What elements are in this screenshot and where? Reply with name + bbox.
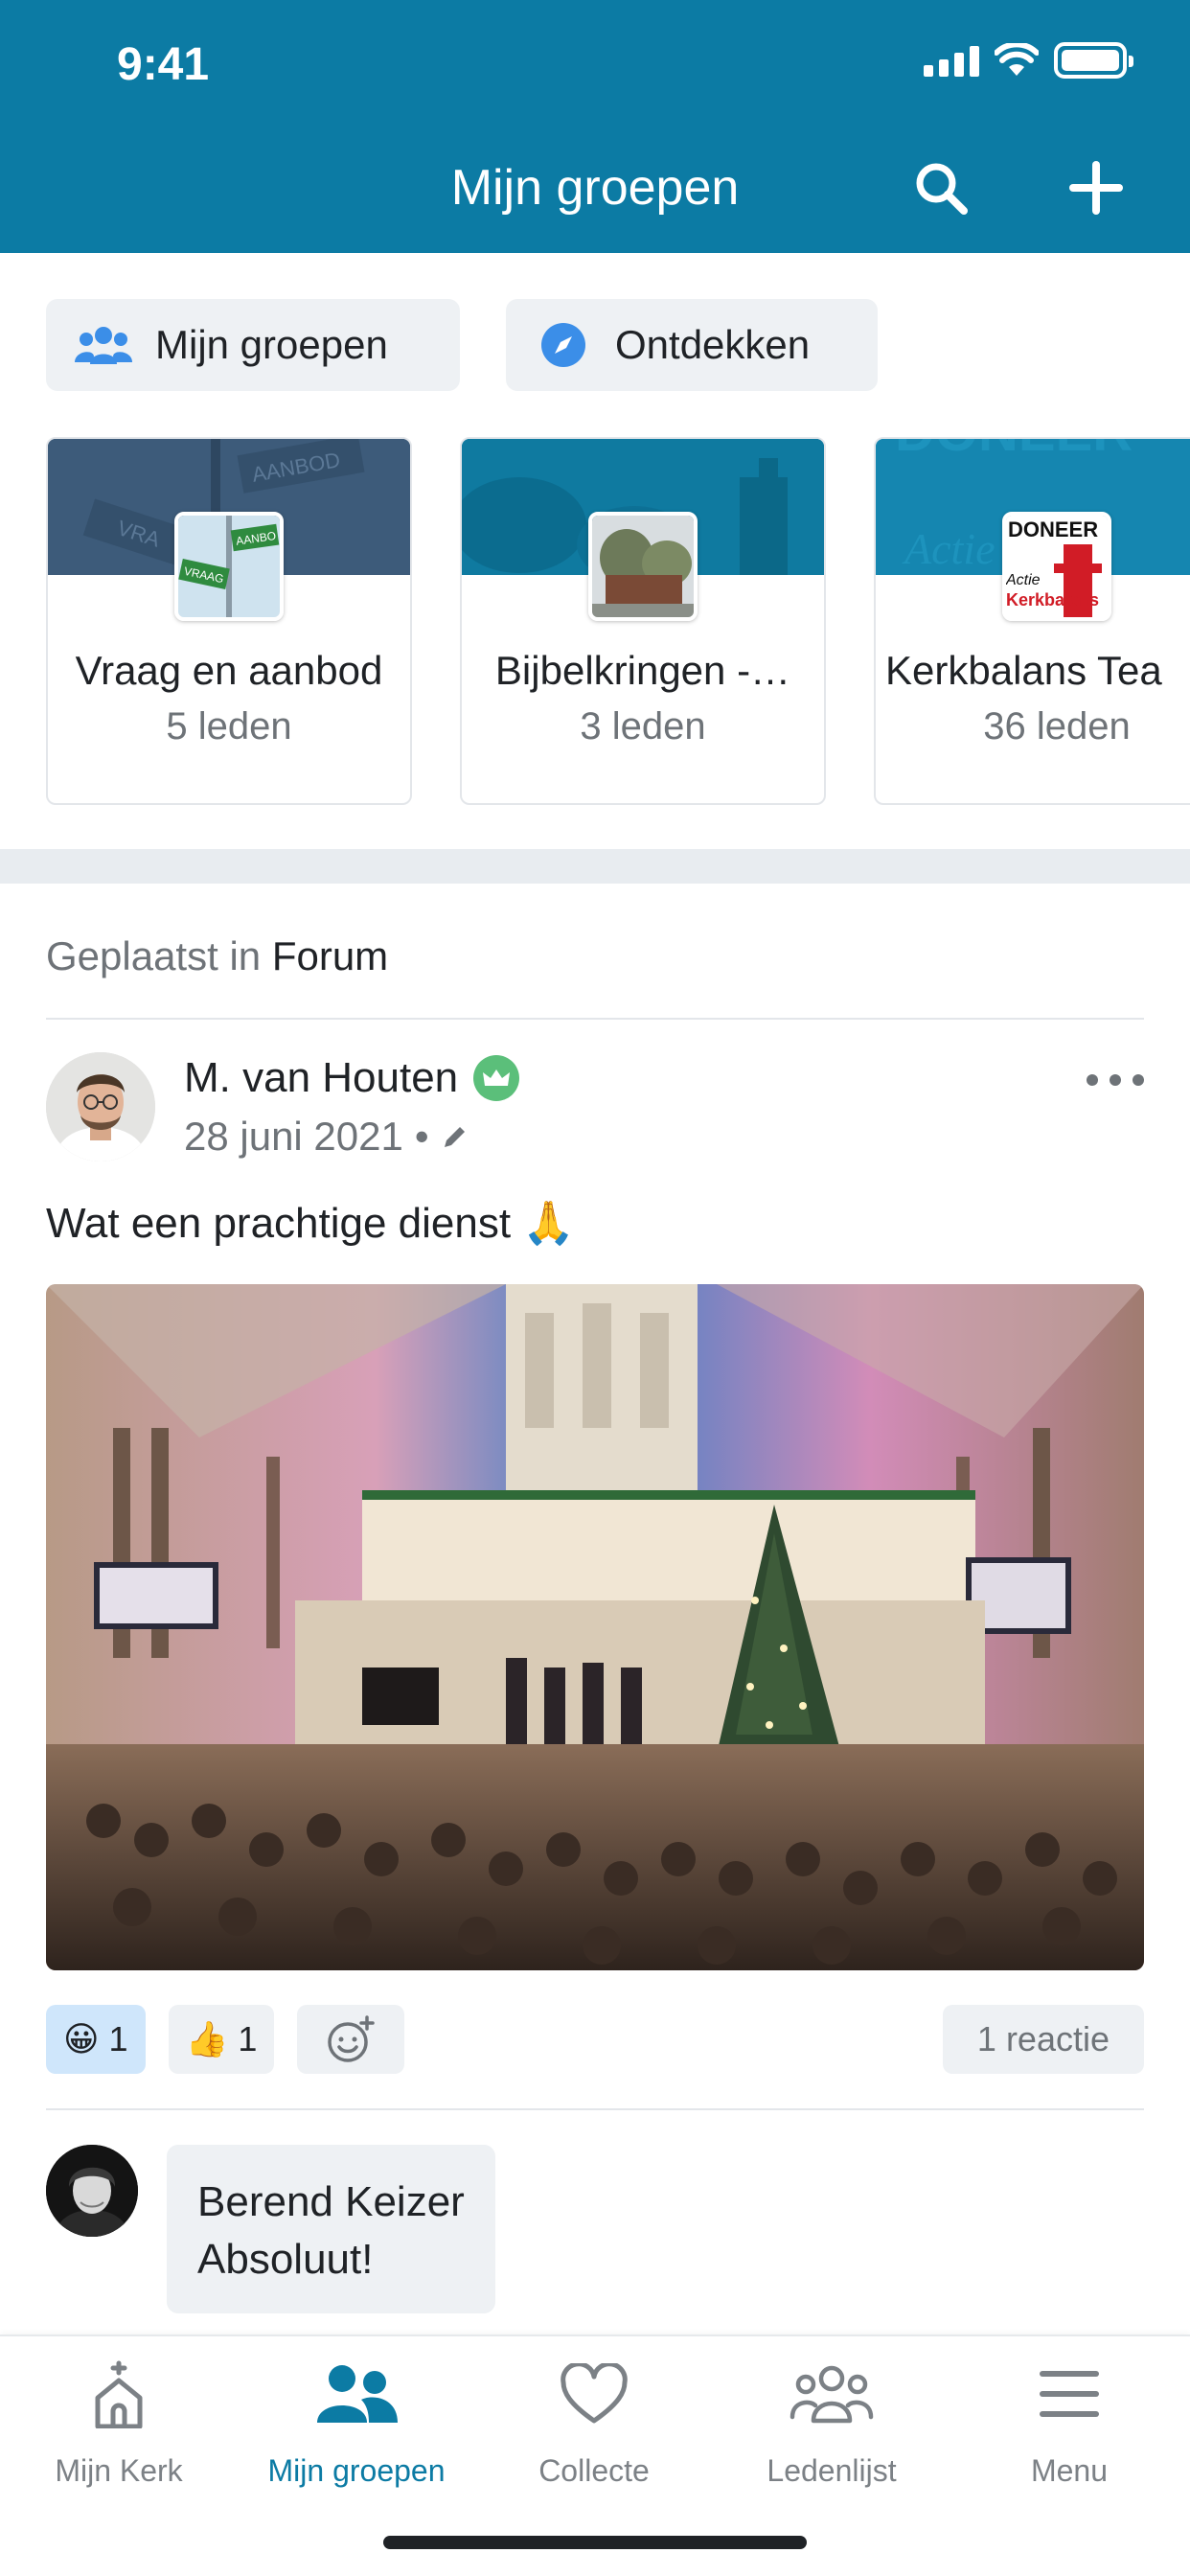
- group-name: Bijbelkringen -…: [494, 648, 791, 693]
- crown-badge-icon: [473, 1055, 520, 1101]
- reaction-grin[interactable]: 😀 1: [46, 2005, 146, 2074]
- group-card-vraag-en-aanbod[interactable]: AANBOD VRA AANBO VRAAG Vraag en aanbod 5…: [46, 437, 412, 805]
- posted-in-prefix: Geplaatst in: [46, 933, 262, 978]
- tab-my-groups[interactable]: Mijn groepen: [46, 299, 460, 391]
- group-thumbnail: [588, 512, 698, 621]
- post-meta: 28 juni 2021 •: [184, 1114, 469, 1160]
- tabbar-label: Mijn groepen: [267, 2453, 446, 2488]
- compass-icon: [535, 322, 592, 368]
- tabbar-label: Menu: [1030, 2453, 1109, 2488]
- group-name: Kerkbalans Tea: [885, 648, 1162, 693]
- tabbar-item-mijn-kerk[interactable]: Mijn Kerk: [0, 2356, 238, 2499]
- church-icon: [90, 2356, 148, 2432]
- tabbar-label: Ledenlijst: [767, 2453, 897, 2488]
- banner-watermark-text: DONEER: [895, 439, 1133, 463]
- group-thumbnail: DONEER Actie Kerkbalans: [1002, 512, 1111, 621]
- posted-in-line: Geplaatst in Forum: [46, 933, 388, 979]
- battery-icon: [1054, 42, 1133, 79]
- status-icons: [924, 42, 1133, 79]
- app-header: 9:41 Mijn groepen: [0, 0, 1190, 253]
- commenter-avatar[interactable]: [46, 2145, 138, 2237]
- group-member-count: 3 leden: [580, 705, 706, 748]
- tabbar-item-mijn-groepen[interactable]: Mijn groepen: [238, 2356, 475, 2499]
- groups-icon: [313, 2356, 400, 2432]
- group-name: Vraag en aanbod: [75, 648, 383, 693]
- home-indicator[interactable]: [383, 2536, 807, 2549]
- section-separator: [0, 849, 1190, 884]
- tab-my-groups-label: Mijn groepen: [155, 322, 388, 367]
- tab-discover[interactable]: Ontdekken: [506, 299, 878, 391]
- group-member-count: 5 leden: [166, 705, 292, 748]
- post-more-button[interactable]: [1087, 1066, 1144, 1094]
- divider: [46, 1018, 1144, 1020]
- reply-count-button[interactable]: 1 reactie: [942, 2005, 1144, 2074]
- author-name[interactable]: M. van Houten: [184, 1054, 458, 1102]
- reaction-count: 1: [238, 2019, 258, 2058]
- comment-author[interactable]: Berend Keizer: [197, 2174, 465, 2231]
- more-dot: [1087, 1074, 1098, 1086]
- author-avatar[interactable]: [46, 1052, 155, 1162]
- page-title: Mijn groepen: [450, 160, 740, 216]
- thumb-logo-text: DONEER: [1008, 518, 1098, 541]
- comment-bubble: Berend Keizer Absoluut!: [167, 2145, 495, 2313]
- posted-in-group-link[interactable]: Forum: [272, 933, 388, 978]
- thumb-logo-text-2: Actie: [1006, 572, 1041, 588]
- banner-watermark-text-2: Actie: [902, 524, 995, 573]
- group-cards: AANBOD VRA AANBO VRAAG Vraag en aanbod 5…: [46, 437, 1190, 805]
- reaction-thumbs-up[interactable]: 👍 1: [168, 2005, 275, 2074]
- reactions-row: 😀 1 👍 1: [46, 2005, 405, 2074]
- add-emoji-icon: [328, 2015, 376, 2062]
- members-icon: [789, 2356, 875, 2432]
- group-card-bijbelkringen[interactable]: Bijbelkringen -… 3 leden: [460, 437, 826, 805]
- tabbar-item-menu[interactable]: Menu: [950, 2356, 1188, 2499]
- more-dot: [1110, 1074, 1121, 1086]
- segment-tabs: Mijn groepen Ontdekken: [46, 299, 878, 391]
- plus-icon: [1069, 161, 1123, 215]
- tab-discover-label: Ontdekken: [615, 322, 811, 367]
- edited-pencil-icon: [444, 1127, 465, 1147]
- post-author: M. van Houten: [184, 1054, 520, 1102]
- thumb-logo-text-3: Kerkbalans: [1006, 590, 1099, 610]
- search-button[interactable]: [910, 157, 972, 218]
- add-button[interactable]: [1065, 157, 1127, 218]
- cellular-signal-icon: [924, 44, 979, 77]
- more-dot: [1133, 1074, 1144, 1086]
- divider: [46, 2108, 1144, 2110]
- heart-icon: [560, 2356, 629, 2432]
- group-member-count: 36 leden: [983, 705, 1131, 748]
- tabbar-item-ledenlijst[interactable]: Ledenlijst: [713, 2356, 950, 2499]
- tabbar-item-collecte[interactable]: Collecte: [475, 2356, 713, 2499]
- group-card-kerkbalans[interactable]: DONEER Actie DONEER Actie Kerkbalans Ker…: [874, 437, 1190, 805]
- post-text: Wat een prachtige dienst 🙏: [46, 1200, 576, 1247]
- menu-icon: [1038, 2356, 1101, 2432]
- users-icon: [75, 322, 132, 368]
- meta-separator: •: [414, 1114, 429, 1159]
- post-photo-church-service[interactable]: [46, 1284, 1144, 1970]
- post-date: 28 juni 2021: [184, 1114, 403, 1159]
- wifi-icon: [995, 43, 1039, 76]
- grin-emoji-icon: 😀: [63, 2019, 100, 2058]
- status-time: 9:41: [117, 39, 210, 90]
- thumbs-up-emoji-icon: 👍: [185, 2019, 229, 2058]
- comment-text: Absoluut!: [197, 2236, 374, 2283]
- tabbar-label: Collecte: [538, 2453, 650, 2488]
- tabbar-label: Mijn Kerk: [55, 2453, 183, 2488]
- reaction-count: 1: [108, 2019, 128, 2058]
- add-reaction-button[interactable]: [297, 2005, 405, 2074]
- group-thumbnail: AANBO VRAAG: [174, 512, 284, 621]
- search-icon: [916, 163, 968, 215]
